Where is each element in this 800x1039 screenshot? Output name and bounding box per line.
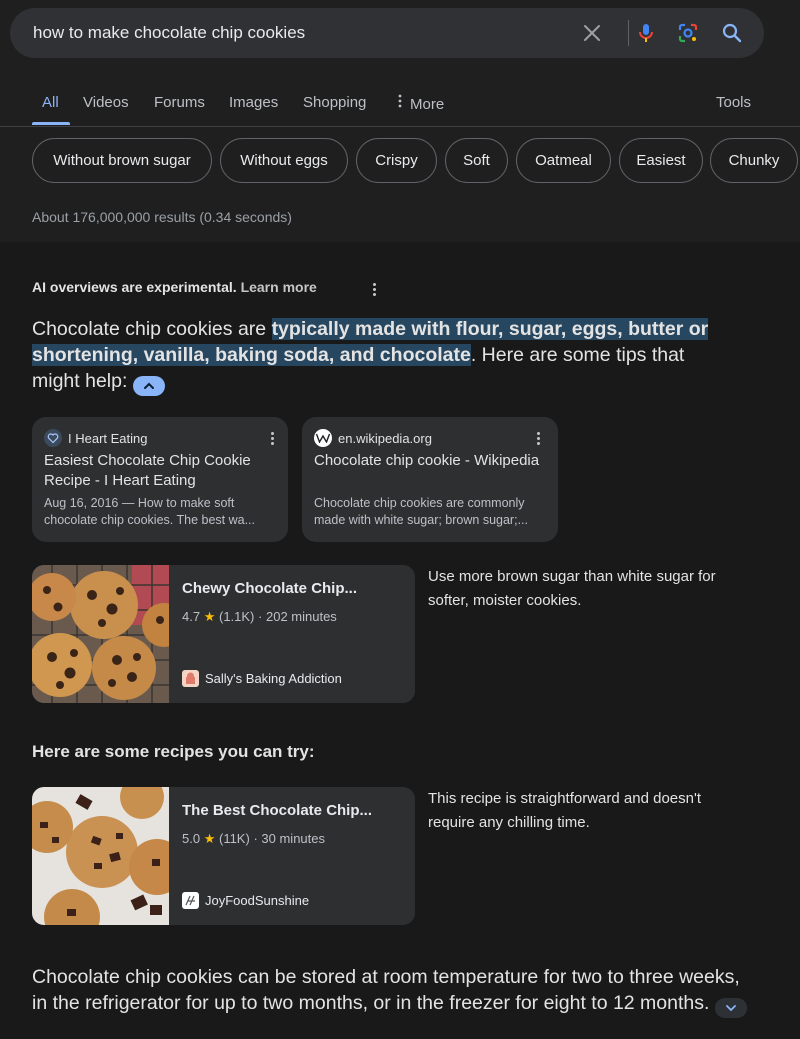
sally-logo-icon <box>182 670 199 687</box>
summary-text: Chocolate chip cookies are <box>32 318 272 340</box>
recipe-title: Chewy Chocolate Chip... <box>182 580 358 597</box>
chip-easiest[interactable]: Easiest <box>619 138 703 183</box>
recipe-time: 30 minutes <box>261 831 325 846</box>
kebab-icon <box>398 94 402 112</box>
tab-forums[interactable]: Forums <box>154 94 205 111</box>
recipe-tip: Use more brown sugar than white sugar fo… <box>428 568 716 609</box>
more-options-icon[interactable] <box>366 280 382 298</box>
recipe-image <box>32 565 169 703</box>
more-options-icon[interactable] <box>264 429 280 447</box>
tab-more[interactable]: More <box>398 94 444 113</box>
close-icon[interactable] <box>580 21 604 45</box>
source-snippet: Aug 16, 2016 — How to make soft chocolat… <box>44 496 255 527</box>
chip-without-eggs[interactable]: Without eggs <box>220 138 348 183</box>
ai-overview-label: AI overviews are experimental. Learn mor… <box>32 279 317 295</box>
search-header: how to make chocolate chip cookies All V… <box>0 0 800 242</box>
recipe-reviews: (1.1K) <box>218 609 255 624</box>
source-title[interactable]: Chocolate chip cookie - Wikipedia <box>314 451 544 471</box>
recipe-source: Sally's Baking Addiction <box>182 670 342 687</box>
separator: · <box>253 831 258 846</box>
chevron-up-icon <box>143 382 154 389</box>
recipe-time: 202 minutes <box>265 609 337 624</box>
storage-text: Chocolate chip cookies can be stored at … <box>32 966 740 1014</box>
recipe-reviews: (11K) <box>218 831 250 846</box>
recipe-source: JoyFoodSunshine <box>182 892 309 909</box>
source-site: I Heart Eating <box>68 430 148 446</box>
recipe-card[interactable]: The Best Chocolate Chip... 5.0 ★ (11K) ·… <box>32 787 415 925</box>
recipe-card[interactable]: Chewy Chocolate Chip... 4.7 ★ (1.1K) · 2… <box>32 565 415 703</box>
source-header: en.wikipedia.org <box>314 429 432 447</box>
star-icon: ★ <box>203 609 216 624</box>
chip-without-brown-sugar[interactable]: Without brown sugar <box>32 138 212 183</box>
star-icon: ★ <box>203 831 216 846</box>
tab-more-label: More <box>410 96 445 113</box>
learn-more-link[interactable]: Learn more <box>241 279 317 295</box>
source-site: en.wikipedia.org <box>338 430 432 446</box>
ai-overview: AI overviews are experimental. Learn mor… <box>0 242 800 1039</box>
chip-soft[interactable]: Soft <box>445 138 508 183</box>
heart-icon <box>44 429 62 447</box>
recipe-image <box>32 787 169 925</box>
search-icon[interactable] <box>720 21 744 45</box>
recipe-source-name: Sally's Baking Addiction <box>205 671 342 686</box>
ai-overview-notice: AI overviews are experimental. <box>32 279 237 295</box>
tab-images[interactable]: Images <box>229 94 278 111</box>
storage-info: Chocolate chip cookies can be stored at … <box>32 964 752 1018</box>
source-card[interactable]: en.wikipedia.org Chocolate chip cookie -… <box>302 417 558 542</box>
search-divider <box>628 20 629 46</box>
recipe-rating: 4.7 <box>182 609 201 624</box>
source-card[interactable]: I Heart Eating Easiest Chocolate Chip Co… <box>32 417 288 542</box>
recipe-rating: 5.0 <box>182 831 201 846</box>
tab-videos[interactable]: Videos <box>83 94 129 111</box>
recipe-title: The Best Chocolate Chip... <box>182 802 373 819</box>
chip-chunky[interactable]: Chunky <box>710 138 798 183</box>
recipe-meta: 4.7 ★ (1.1K) · 202 minutes <box>182 609 337 625</box>
chevron-down-icon <box>725 1005 736 1012</box>
ai-overview-summary: Chocolate chip cookies are typically mad… <box>32 316 732 396</box>
chip-oatmeal[interactable]: Oatmeal <box>516 138 611 183</box>
source-snippet: Chocolate chip cookies are commonly made… <box>314 496 528 527</box>
recipe-source-name: JoyFoodSunshine <box>205 893 310 908</box>
lens-icon[interactable] <box>676 21 700 45</box>
active-tab-indicator <box>32 122 70 125</box>
separator: · <box>258 609 263 624</box>
recipe-meta: 5.0 ★ (11K) · 30 minutes <box>182 831 325 847</box>
search-tabs: All Videos Forums Images Shopping More T… <box>0 82 800 126</box>
source-title[interactable]: Easiest Chocolate Chip Cookie Recipe - I… <box>44 451 274 491</box>
search-box[interactable]: how to make chocolate chip cookies <box>10 8 764 58</box>
recipes-heading: Here are some recipes you can try: <box>32 742 315 761</box>
source-header: I Heart Eating <box>44 429 148 447</box>
wikipedia-icon <box>314 429 332 447</box>
expand-button[interactable] <box>714 998 747 1018</box>
joyfoodsunshine-logo-icon <box>182 892 199 909</box>
tab-tools[interactable]: Tools <box>716 94 751 111</box>
tab-all[interactable]: All <box>42 94 59 111</box>
mic-icon[interactable] <box>634 21 658 45</box>
tab-shopping[interactable]: Shopping <box>303 94 366 111</box>
divider <box>0 126 800 127</box>
search-input[interactable]: how to make chocolate chip cookies <box>33 23 305 43</box>
chip-crispy[interactable]: Crispy <box>356 138 437 183</box>
collapse-button[interactable] <box>132 376 165 396</box>
more-options-icon[interactable] <box>530 429 546 447</box>
recipe-tip: This recipe is straightforward and doesn… <box>428 790 701 831</box>
results-count: About 176,000,000 results (0.34 seconds) <box>32 209 292 225</box>
